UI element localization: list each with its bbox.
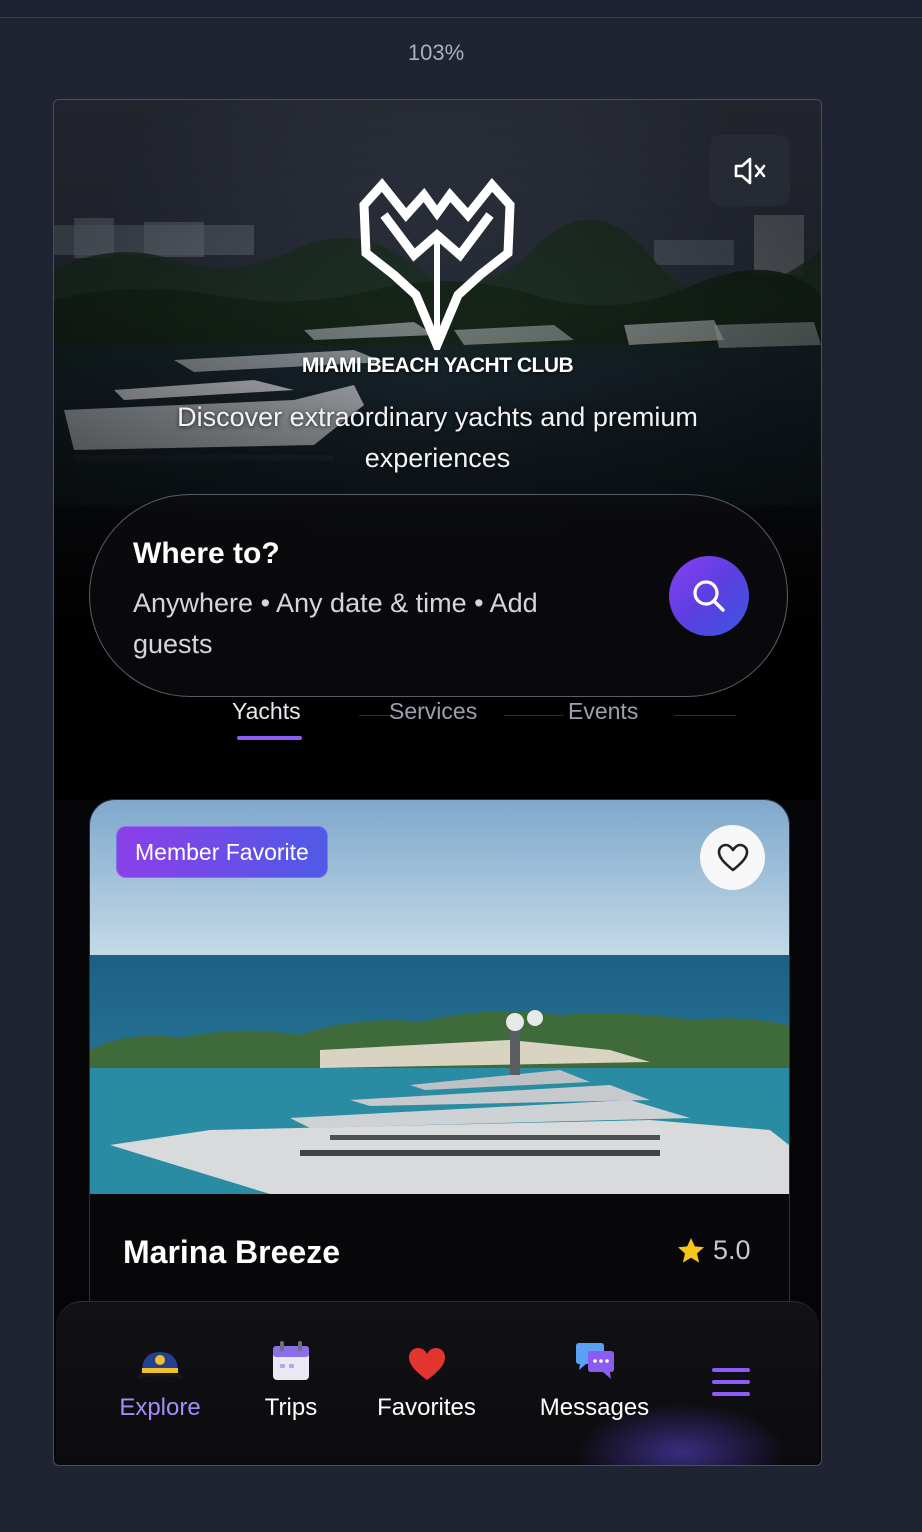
tab-yachts[interactable]: Yachts xyxy=(232,698,301,725)
nav-favorites[interactable]: Favorites xyxy=(369,1332,484,1422)
window-top-bar xyxy=(0,0,922,18)
heart-icon xyxy=(408,1348,445,1380)
active-tab-indicator xyxy=(237,736,302,740)
hamburger-line xyxy=(712,1380,750,1384)
nav-trips-label: Trips xyxy=(264,1394,318,1421)
calendar-icon xyxy=(273,1341,309,1380)
zoom-level: 103% xyxy=(407,40,465,65)
nav-messages-label: Messages xyxy=(539,1394,650,1421)
hero-section: MIAMI BEACH YACHT CLUB Discover extraord… xyxy=(54,100,821,800)
search-icon xyxy=(693,580,725,612)
member-favorite-badge: Member Favorite xyxy=(116,826,328,878)
menu-button[interactable] xyxy=(712,1368,750,1396)
yacht-name: Marina Breeze xyxy=(123,1234,340,1270)
nav-explore[interactable]: Explore xyxy=(116,1332,204,1422)
nav-messages[interactable]: Messages xyxy=(532,1332,657,1422)
captain-hat-icon xyxy=(135,1352,185,1382)
hamburger-line xyxy=(712,1368,750,1372)
hero-tagline: Discover extraordinary yachts and premiu… xyxy=(177,402,698,473)
category-tabs: Yachts Services Events xyxy=(204,698,744,748)
nav-explore-label: Explore xyxy=(119,1394,201,1421)
tab-divider xyxy=(504,715,564,716)
search-title: Where to? xyxy=(133,537,280,570)
favorite-button[interactable] xyxy=(700,825,765,890)
nav-trips[interactable]: Trips xyxy=(256,1332,326,1422)
brand-name: MIAMI BEACH YACHT CLUB xyxy=(301,354,574,377)
chat-bubbles-icon xyxy=(575,1343,614,1379)
mute-button[interactable] xyxy=(709,135,790,206)
star-icon xyxy=(678,1238,704,1263)
search-summary: Anywhere • Any date & time • Add guests xyxy=(133,588,538,659)
rating-value: 5.0 xyxy=(713,1235,751,1265)
heart-outline-icon xyxy=(717,843,748,871)
speaker-muted-icon xyxy=(734,157,765,184)
rating: 5.0 xyxy=(677,1235,751,1266)
nav-favorites-label: Favorites xyxy=(377,1394,476,1421)
tab-divider xyxy=(674,715,736,716)
search-bar[interactable]: Where to? Anywhere • Any date & time • A… xyxy=(89,494,788,697)
club-logo xyxy=(359,178,515,350)
tab-events[interactable]: Events xyxy=(568,698,638,725)
hamburger-line xyxy=(712,1392,750,1396)
search-button[interactable] xyxy=(669,556,749,636)
bottom-navigation: Explore Trips Favorites Messages xyxy=(56,1301,819,1465)
tab-services[interactable]: Services xyxy=(389,698,477,725)
phone-frame: MIAMI BEACH YACHT CLUB Discover extraord… xyxy=(53,99,822,1466)
